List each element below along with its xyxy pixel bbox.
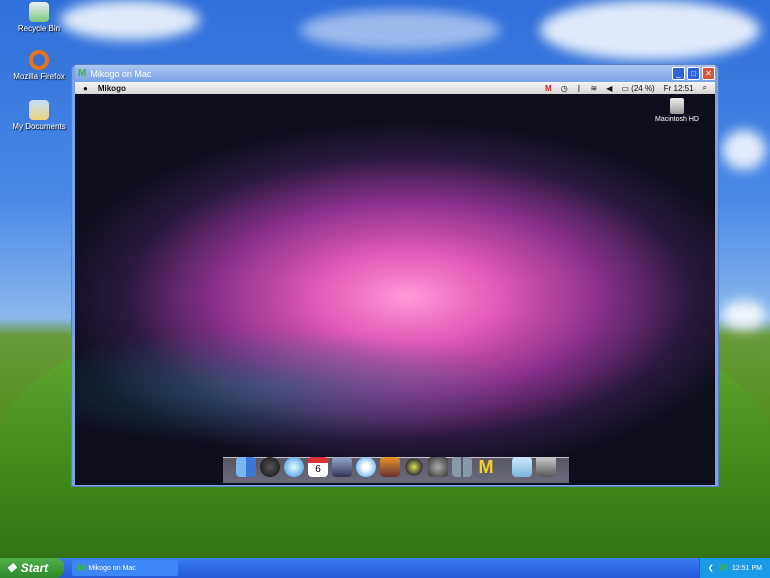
spaces-icon[interactable] [452, 457, 472, 477]
desktop-icon-recycle-bin[interactable]: Recycle Bin [8, 2, 70, 33]
dashboard-icon[interactable] [260, 457, 280, 477]
start-button[interactable]: ❖ Start [0, 558, 64, 578]
taskbar-clock[interactable]: 12:51 PM [732, 565, 762, 572]
window-title: Mikogo on Mac [90, 68, 152, 79]
wifi-icon[interactable]: ≋ [591, 84, 598, 93]
apple-icon[interactable]: ● [83, 84, 88, 93]
close-button[interactable]: ✕ [702, 67, 715, 80]
mikogo-icon: M [78, 68, 87, 79]
taskbar: ❖ Start M Mikogo on Mac ❮ M 12:51 PM [0, 558, 770, 578]
desktop-icon-my-documents[interactable]: My Documents [8, 100, 70, 131]
mikogo-dock-icon[interactable]: M [476, 457, 496, 477]
mikogo-tray-icon[interactable]: M [719, 563, 727, 574]
bluetooth-icon[interactable]: ᛒ [577, 84, 582, 93]
maximize-button[interactable]: □ [687, 67, 700, 80]
firefox-icon [29, 50, 49, 70]
documents-stack-icon[interactable] [512, 457, 532, 477]
app-menu[interactable]: Mikogo [98, 84, 126, 93]
desktop-icon-firefox[interactable]: Mozilla Firefox [8, 50, 70, 81]
imovie-icon[interactable] [404, 457, 424, 477]
windows-logo-icon: ❖ [6, 561, 17, 575]
system-tray: ❮ M 12:51 PM [698, 558, 770, 578]
window-titlebar[interactable]: M Mikogo on Mac _ □ ✕ [75, 65, 715, 82]
time-machine-icon[interactable]: ◷ [561, 84, 568, 93]
iphoto-icon[interactable] [332, 457, 352, 477]
tray-expand-icon[interactable]: ❮ [708, 564, 714, 572]
hard-drive-icon [670, 98, 684, 114]
battery-icon[interactable]: ▭ (24 %) [621, 84, 654, 93]
itunes-icon[interactable] [356, 457, 376, 477]
spotlight-icon[interactable]: ⌕ [703, 83, 707, 93]
taskbar-item-mikogo[interactable]: M Mikogo on Mac [72, 560, 178, 576]
minimize-button[interactable]: _ [672, 67, 685, 80]
mikogo-icon: M [77, 562, 86, 574]
volume-icon[interactable]: ◀ [606, 84, 612, 93]
trash-icon[interactable] [536, 457, 556, 477]
mac-desktop: Macintosh HD 6 M [75, 94, 715, 485]
mac-menubar: ● Mikogo M ◷ ᛒ ≋ ◀ ▭ (24 %) Fr 12:51 ⌕ [75, 82, 715, 94]
finder-icon[interactable] [236, 457, 256, 477]
ical-icon[interactable]: 6 [308, 457, 328, 477]
mac-dock: 6 M [223, 457, 569, 483]
macintosh-hd[interactable]: Macintosh HD [647, 98, 707, 123]
mac-clock[interactable]: Fr 12:51 [664, 84, 694, 93]
my-documents-icon [29, 100, 49, 120]
safari-icon[interactable] [284, 457, 304, 477]
mikogo-status-icon[interactable]: M [545, 84, 552, 93]
recycle-bin-icon [29, 2, 49, 22]
time-machine-icon[interactable] [428, 457, 448, 477]
photo-booth-icon[interactable] [380, 457, 400, 477]
mikogo-window: M Mikogo on Mac _ □ ✕ ● Mikogo M ◷ ᛒ ≋ ◀… [71, 64, 719, 487]
